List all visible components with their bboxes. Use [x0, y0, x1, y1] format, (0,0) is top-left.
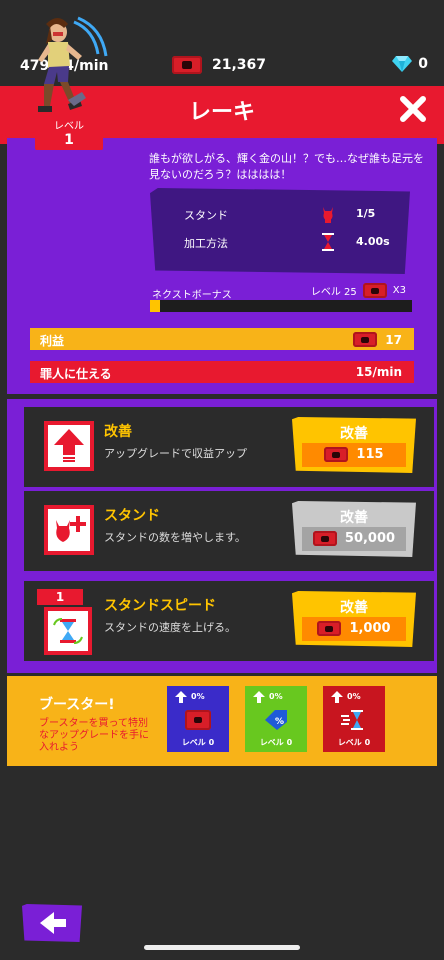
upgrade-card-stand: スタンド スタンドの数を増やします。 改善 50,000	[24, 491, 434, 571]
button-label: 改善	[340, 426, 368, 442]
price-value: 1,000	[349, 621, 391, 636]
hourglass-icon	[322, 233, 334, 251]
stat-row-process: 加工方法 4.00s	[150, 232, 410, 254]
stand-upgrade-button[interactable]: 改善 50,000	[292, 501, 416, 557]
upgrade-title: 改善	[104, 424, 132, 440]
stat-value: 1/5	[356, 207, 376, 220]
arrow-up-icon	[175, 691, 187, 703]
next-bonus-info: レベル 25 X3	[311, 283, 406, 298]
booster-percent: 0%	[347, 692, 361, 701]
button-price: 115	[292, 447, 416, 462]
devil-icon	[323, 207, 333, 223]
serve-value: 15/min	[355, 365, 402, 379]
improve-button[interactable]: 改善 115	[292, 417, 416, 473]
serve-label: 罪人に仕える	[40, 367, 112, 381]
boosters-panel: ブースター! ブースターを買って特別なアップグレードを手に入れよう 0% レベル…	[7, 676, 437, 766]
speed-hourglass-icon	[341, 710, 363, 730]
arrow-up-icon	[44, 421, 94, 471]
coin-icon	[324, 447, 349, 462]
upgrade-card-improve: 改善 アップグレードで収益アップ 改善 115	[24, 407, 434, 487]
next-bonus-progress-fill	[150, 300, 161, 312]
back-button[interactable]	[22, 904, 82, 942]
booster-coin[interactable]: 0% レベル 0	[167, 686, 229, 752]
arrow-left-icon	[40, 912, 66, 934]
discount-tag-icon: %	[265, 710, 287, 730]
item-description: 誰もが欲しがる、輝く金の山！？でも…なぜ誰も足元を見ないのだろう？はははは！	[149, 152, 424, 181]
profit-amount: 17	[353, 332, 402, 347]
next-bonus-label: ネクストボーナス	[152, 290, 232, 301]
svg-text:%: %	[275, 717, 284, 727]
coin-icon	[317, 621, 342, 636]
upgrade-subtitle: アップグレードで収益アップ	[104, 447, 247, 460]
stat-row-stand: スタンド 1/5	[150, 204, 410, 226]
upgrade-subtitle: スタンドの数を増やします。	[104, 531, 246, 544]
stats-box: スタンド 1/5 加工方法 4.00s	[150, 188, 410, 274]
coin-icon	[362, 283, 387, 298]
profit-label: 利益	[40, 334, 65, 348]
upgrade-title: スタンドスピード	[104, 598, 216, 614]
speed-hourglass-icon	[44, 607, 92, 655]
booster-level: レベル 0	[337, 738, 371, 747]
upgrades-panel: 改善 アップグレードで収益アップ 改善 115 スタンド スタンドの数を増やしま…	[7, 399, 437, 673]
price-value: 115	[356, 447, 384, 462]
next-bonus-progress-bar	[150, 300, 412, 312]
stat-label: 加工方法	[184, 237, 228, 250]
level-value: 1	[35, 130, 103, 150]
profit-value: 17	[385, 332, 402, 347]
stat-value: 4.00s	[356, 235, 390, 248]
home-indicator[interactable]	[144, 945, 300, 950]
speed-level-badge: 1	[37, 589, 83, 605]
boosters-subtitle: ブースターを買って特別なアップグレードを手に入れよう	[39, 718, 149, 753]
button-price: 50,000	[292, 531, 416, 546]
arrow-up-icon	[253, 691, 265, 703]
booster-speed[interactable]: 0% レベル 0	[323, 686, 385, 752]
button-price: 1,000	[292, 621, 416, 636]
button-label: 改善	[340, 510, 368, 526]
boosters-title: ブースター!	[39, 697, 115, 713]
upgrade-subtitle: スタンドの速度を上げる。	[104, 621, 236, 634]
add-devil-icon	[44, 505, 94, 555]
booster-percent: 0%	[191, 692, 205, 701]
button-label: 改善	[340, 600, 368, 616]
coin-icon	[312, 531, 337, 546]
serve-bar: 罪人に仕える 15/min	[30, 361, 414, 383]
booster-level: レベル 0	[181, 738, 215, 747]
arrow-up-icon	[331, 691, 343, 703]
coin-icon	[185, 710, 211, 730]
coin-icon	[353, 332, 378, 347]
speed-upgrade-button[interactable]: 改善 1,000	[292, 591, 416, 647]
booster-level: レベル 0	[259, 738, 293, 747]
stat-label: スタンド	[184, 209, 228, 222]
upgrade-card-speed: スタンドスピード スタンドの速度を上げる。 改善 1,000	[24, 581, 434, 661]
next-bonus-multiplier: X3	[392, 285, 406, 296]
booster-percent: 0%	[269, 692, 283, 701]
next-bonus-level: レベル 25	[310, 287, 357, 298]
profit-bar: 利益 17	[30, 328, 414, 350]
booster-discount[interactable]: 0% % レベル 0	[245, 686, 307, 752]
price-value: 50,000	[344, 531, 396, 546]
upgrade-title: スタンド	[104, 508, 160, 524]
